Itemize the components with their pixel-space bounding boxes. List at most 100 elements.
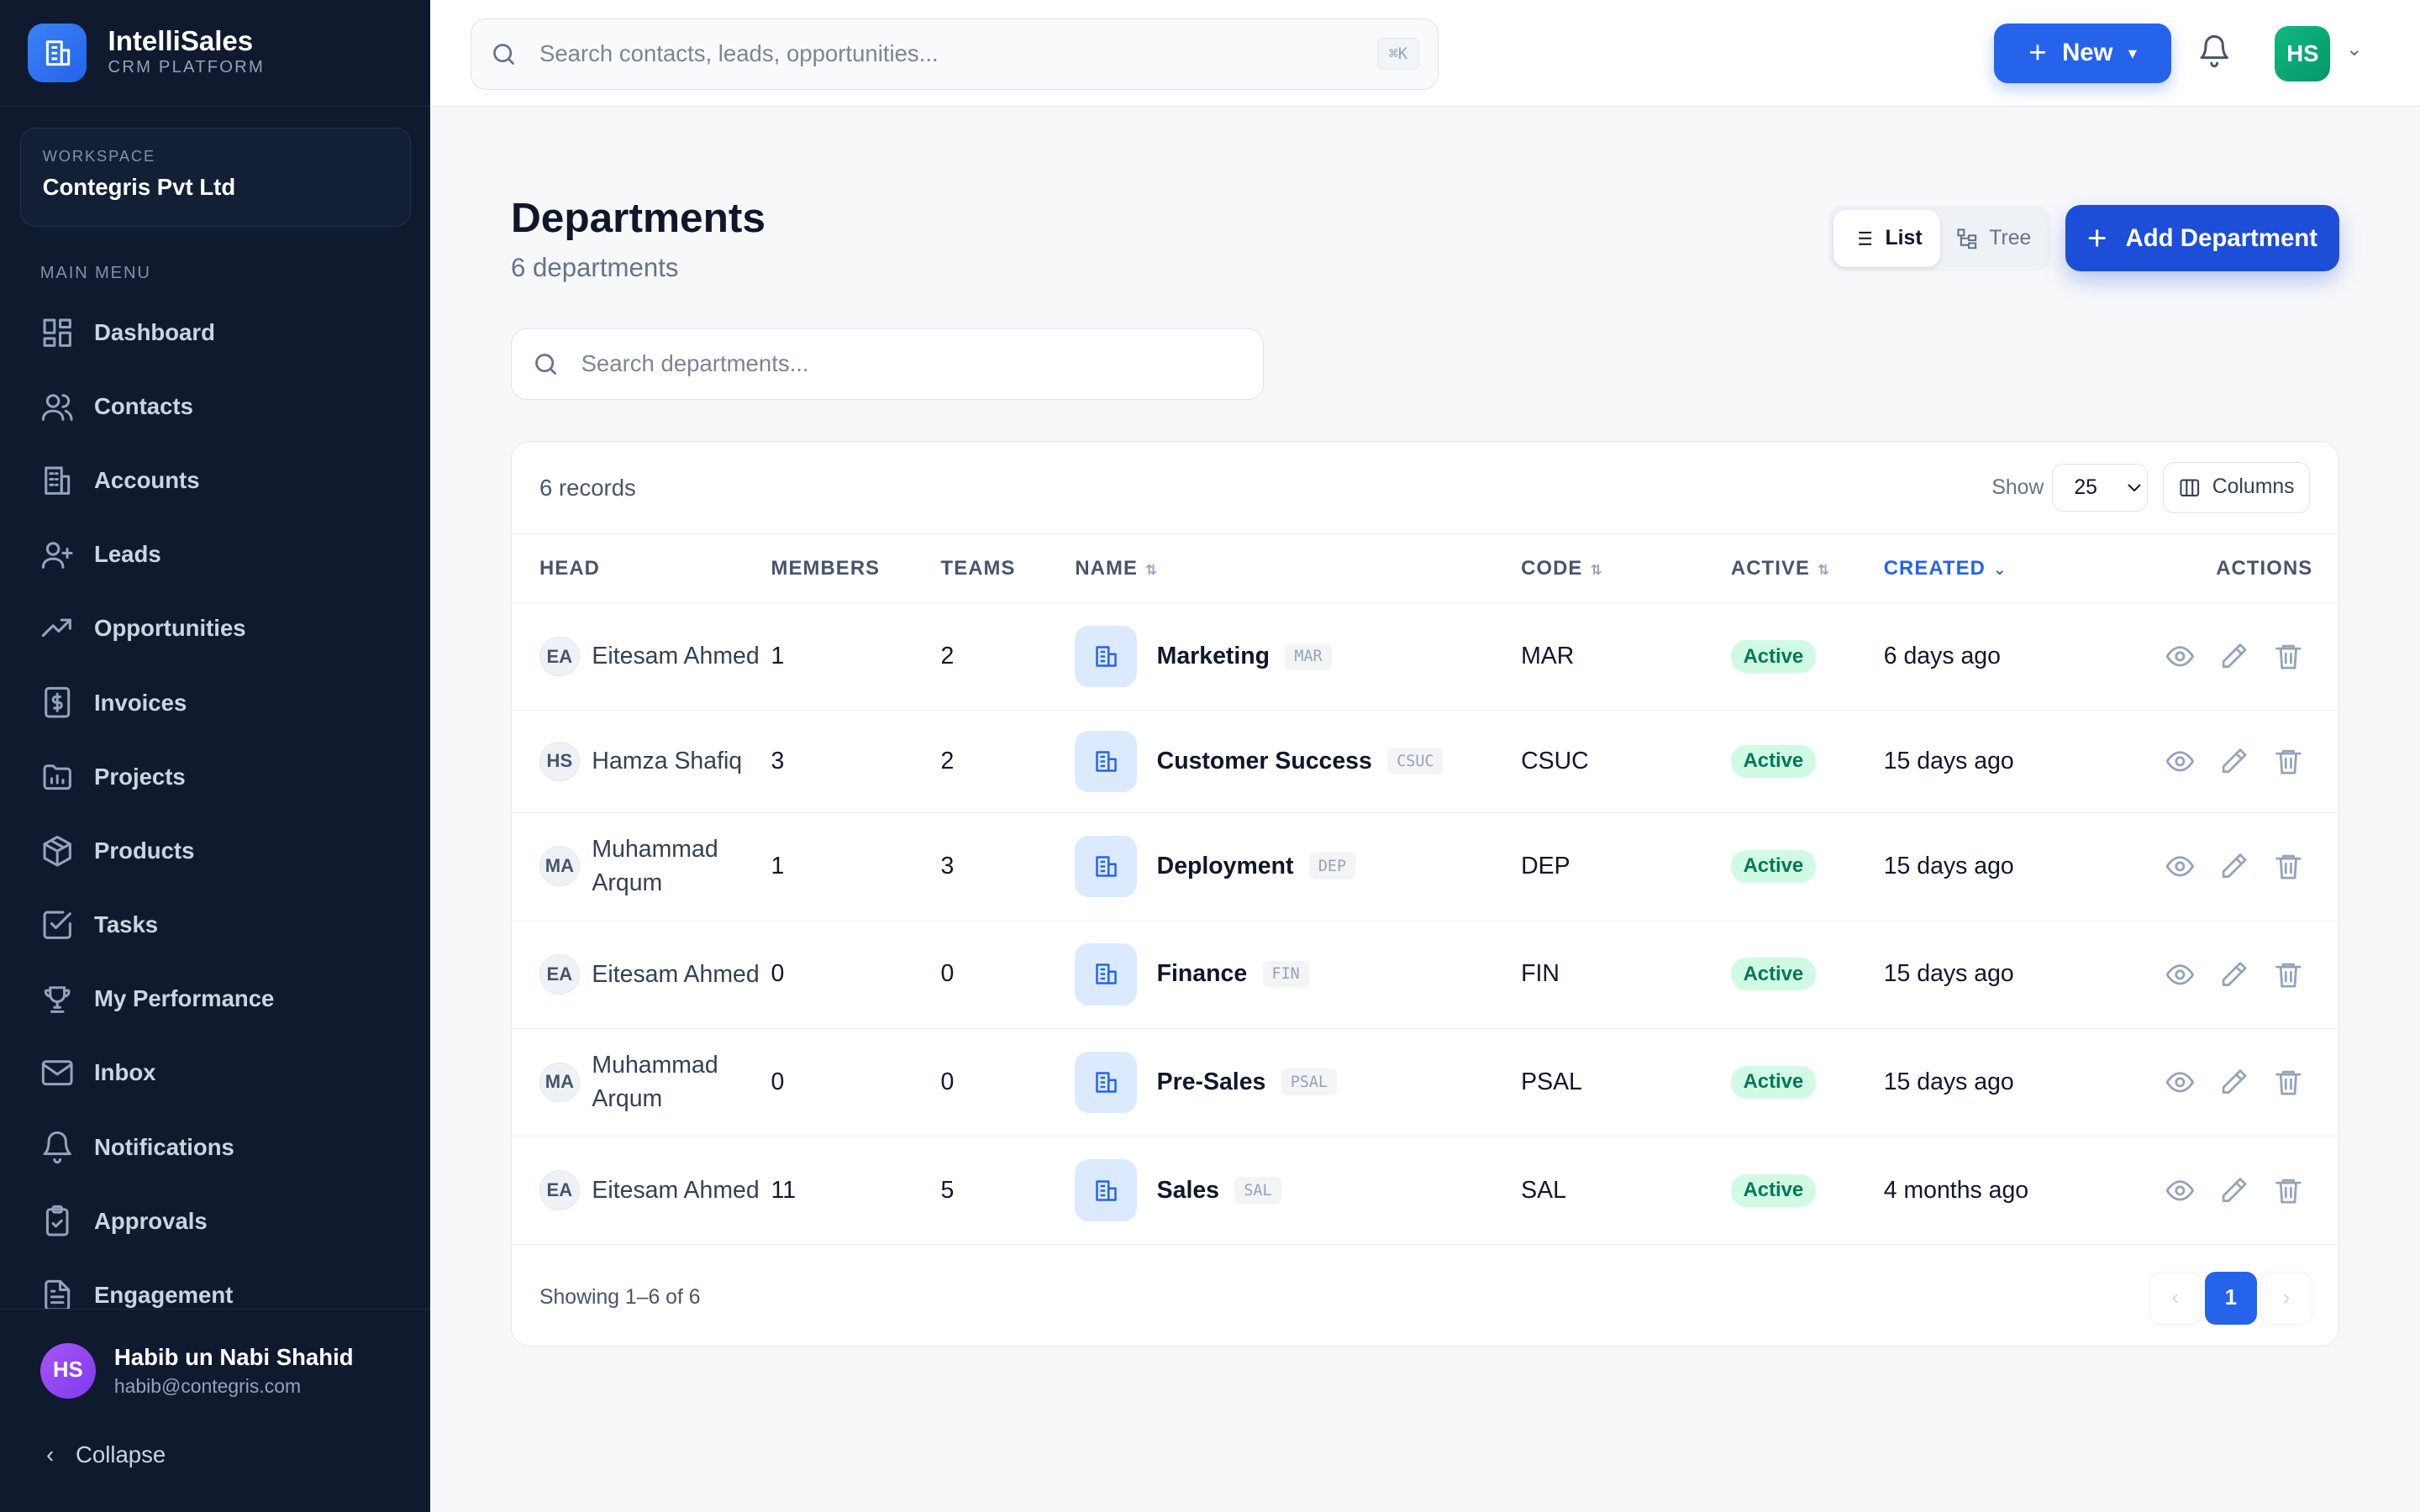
brand[interactable]: IntelliSales CRM PLATFORM (0, 0, 431, 107)
head-avatar: MA (539, 1062, 580, 1103)
table-row[interactable]: EA Eitesam Ahmed 11 5 Sales SAL SAL Acti… (511, 1136, 2339, 1245)
view-button[interactable] (2165, 1175, 2196, 1206)
department-name-link[interactable]: Sales (1157, 1177, 1219, 1205)
user-menu-avatar[interactable]: HS (2275, 26, 2331, 82)
column-header-teams: TEAMS (940, 534, 1076, 603)
sidebar-item-opportunities[interactable]: Opportunities (0, 591, 430, 665)
delete-button[interactable] (2273, 641, 2304, 672)
edit-button[interactable] (2218, 959, 2249, 990)
collapse-button[interactable]: ‹ Collapse (0, 1399, 430, 1468)
view-button[interactable] (2165, 1067, 2196, 1098)
column-header-code[interactable]: CODE ⇅ (1521, 534, 1731, 603)
table-row[interactable]: MA Muhammad Arqum 1 3 Deployment DEP DEP… (511, 812, 2339, 921)
code-chip: DEP (1308, 853, 1356, 880)
edit-button[interactable] (2218, 1067, 2249, 1098)
department-name-link[interactable]: Finance (1157, 960, 1248, 988)
edit-button[interactable] (2218, 851, 2249, 882)
sidebar-item-inbox[interactable]: Inbox (0, 1036, 430, 1110)
table-row[interactable]: HS Hamza Shafiq 3 2 Customer Success CSU… (511, 710, 2339, 813)
sidebar-item-dashboard[interactable]: Dashboard (0, 296, 430, 370)
delete-button[interactable] (2273, 1067, 2304, 1098)
cell-actions (2107, 710, 2339, 813)
sidebar-item-contacts[interactable]: Contacts (0, 370, 430, 444)
department-name-link[interactable]: Customer Success (1157, 748, 1372, 775)
view-button[interactable] (2165, 851, 2196, 882)
page-button[interactable]: 1 (2204, 1272, 2258, 1325)
status-badge: Active (1730, 1065, 1816, 1099)
department-name-link[interactable]: Pre-Sales (1157, 1068, 1266, 1096)
head-avatar: EA (539, 636, 580, 677)
sidebar-item-label: Inbox (94, 1059, 156, 1086)
delete-button[interactable] (2273, 851, 2304, 882)
table-row[interactable]: EA Eitesam Ahmed 1 2 Marketing MAR MAR A… (511, 602, 2339, 711)
workspace-switcher[interactable]: WORKSPACE Contegris Pvt Ltd (19, 128, 411, 227)
page-size-label: Show (1991, 475, 2044, 499)
cell-teams: 2 (940, 602, 1076, 711)
pencil-icon (2223, 748, 2247, 774)
collapse-label: Collapse (75, 1441, 166, 1468)
eye-icon (2165, 646, 2195, 667)
global-search-input[interactable] (539, 40, 1377, 68)
sidebar-item-projects[interactable]: Projects (0, 740, 430, 814)
global-search: ⌘K (471, 18, 1439, 90)
department-name-link[interactable]: Marketing (1157, 643, 1270, 670)
cell-actions (2107, 1136, 2339, 1245)
columns-button[interactable]: Columns (2163, 462, 2310, 513)
trash-icon (2275, 1070, 2302, 1095)
sidebar: IntelliSales CRM PLATFORM WORKSPACE Cont… (0, 0, 431, 1512)
edit-button[interactable] (2218, 641, 2249, 672)
column-header-created[interactable]: CREATED ⌄ (1883, 534, 2108, 603)
current-user[interactable]: HS Habib un Nabi Shahid habib@contegris.… (0, 1310, 430, 1399)
main-menu: Dashboard Contacts Accounts Leads Opport… (0, 296, 430, 1332)
sidebar-item-label: Tasks (94, 911, 159, 938)
sidebar-item-accounts[interactable]: Accounts (0, 444, 430, 517)
delete-button[interactable] (2273, 1175, 2304, 1206)
sidebar-item-leads[interactable]: Leads (0, 517, 430, 591)
head-name: Eitesam Ahmed (592, 1176, 760, 1204)
bell-icon (2200, 35, 2229, 68)
table-row[interactable]: EA Eitesam Ahmed 0 0 Finance FIN FIN Act… (511, 920, 2339, 1029)
next-page-button[interactable]: › (2260, 1272, 2313, 1325)
search-icon (493, 43, 515, 65)
add-department-button[interactable]: + Add Department (2065, 205, 2340, 272)
department-search-input[interactable] (581, 350, 1244, 378)
column-header-name[interactable]: NAME ⇅ (1075, 534, 1522, 603)
user-name: Habib un Nabi Shahid (113, 1343, 354, 1370)
sidebar-item-my-performance[interactable]: My Performance (0, 962, 430, 1036)
sidebar-item-notifications[interactable]: Notifications (0, 1110, 430, 1184)
view-list-label: List (1885, 226, 1923, 249)
edit-button[interactable] (2218, 746, 2249, 777)
prev-page-button[interactable]: ‹ (2149, 1272, 2202, 1325)
cell-name: Marketing MAR (1075, 602, 1522, 711)
view-button[interactable] (2165, 746, 2196, 777)
department-name-link[interactable]: Deployment (1157, 853, 1294, 880)
pagination-summary: Showing 1–6 of 6 (539, 1285, 701, 1309)
sidebar-item-approvals[interactable]: Approvals (0, 1184, 430, 1258)
view-list-button[interactable]: List (1833, 209, 1940, 267)
notifications-button[interactable] (2197, 34, 2234, 71)
view-button[interactable] (2165, 959, 2196, 990)
sort-desc-icon: ⌄ (1993, 559, 2007, 578)
view-tree-button[interactable]: Tree (1940, 210, 2047, 267)
table-row[interactable]: MA Muhammad Arqum 0 0 Pre-Sales PSAL PSA… (511, 1028, 2339, 1137)
delete-button[interactable] (2273, 959, 2304, 990)
page-size-select[interactable]: 25 (2051, 463, 2148, 512)
edit-button[interactable] (2218, 1175, 2249, 1206)
cell-teams: 0 (940, 920, 1076, 1029)
cell-created: 6 days ago (1883, 602, 2108, 711)
head-name: Muhammad Arqum (592, 1052, 718, 1113)
view-button[interactable] (2165, 641, 2196, 672)
chevron-down-icon[interactable]: ⌄ (2346, 37, 2363, 61)
table-toolbar: 6 records Show 25 Columns (511, 442, 2339, 535)
sidebar-item-invoices[interactable]: Invoices (0, 666, 430, 740)
status-badge: Active (1730, 958, 1816, 991)
delete-button[interactable] (2273, 746, 2304, 777)
building-icon (44, 466, 70, 495)
new-button[interactable]: + New ▾ (1994, 23, 2172, 84)
bell-icon (43, 1131, 71, 1164)
sidebar-item-tasks[interactable]: Tasks (0, 888, 430, 962)
column-header-active[interactable]: ACTIVE ⇅ (1730, 534, 1884, 603)
cell-teams: 5 (940, 1136, 1076, 1245)
cell-active: Active (1730, 710, 1884, 813)
sidebar-item-products[interactable]: Products (0, 814, 430, 888)
